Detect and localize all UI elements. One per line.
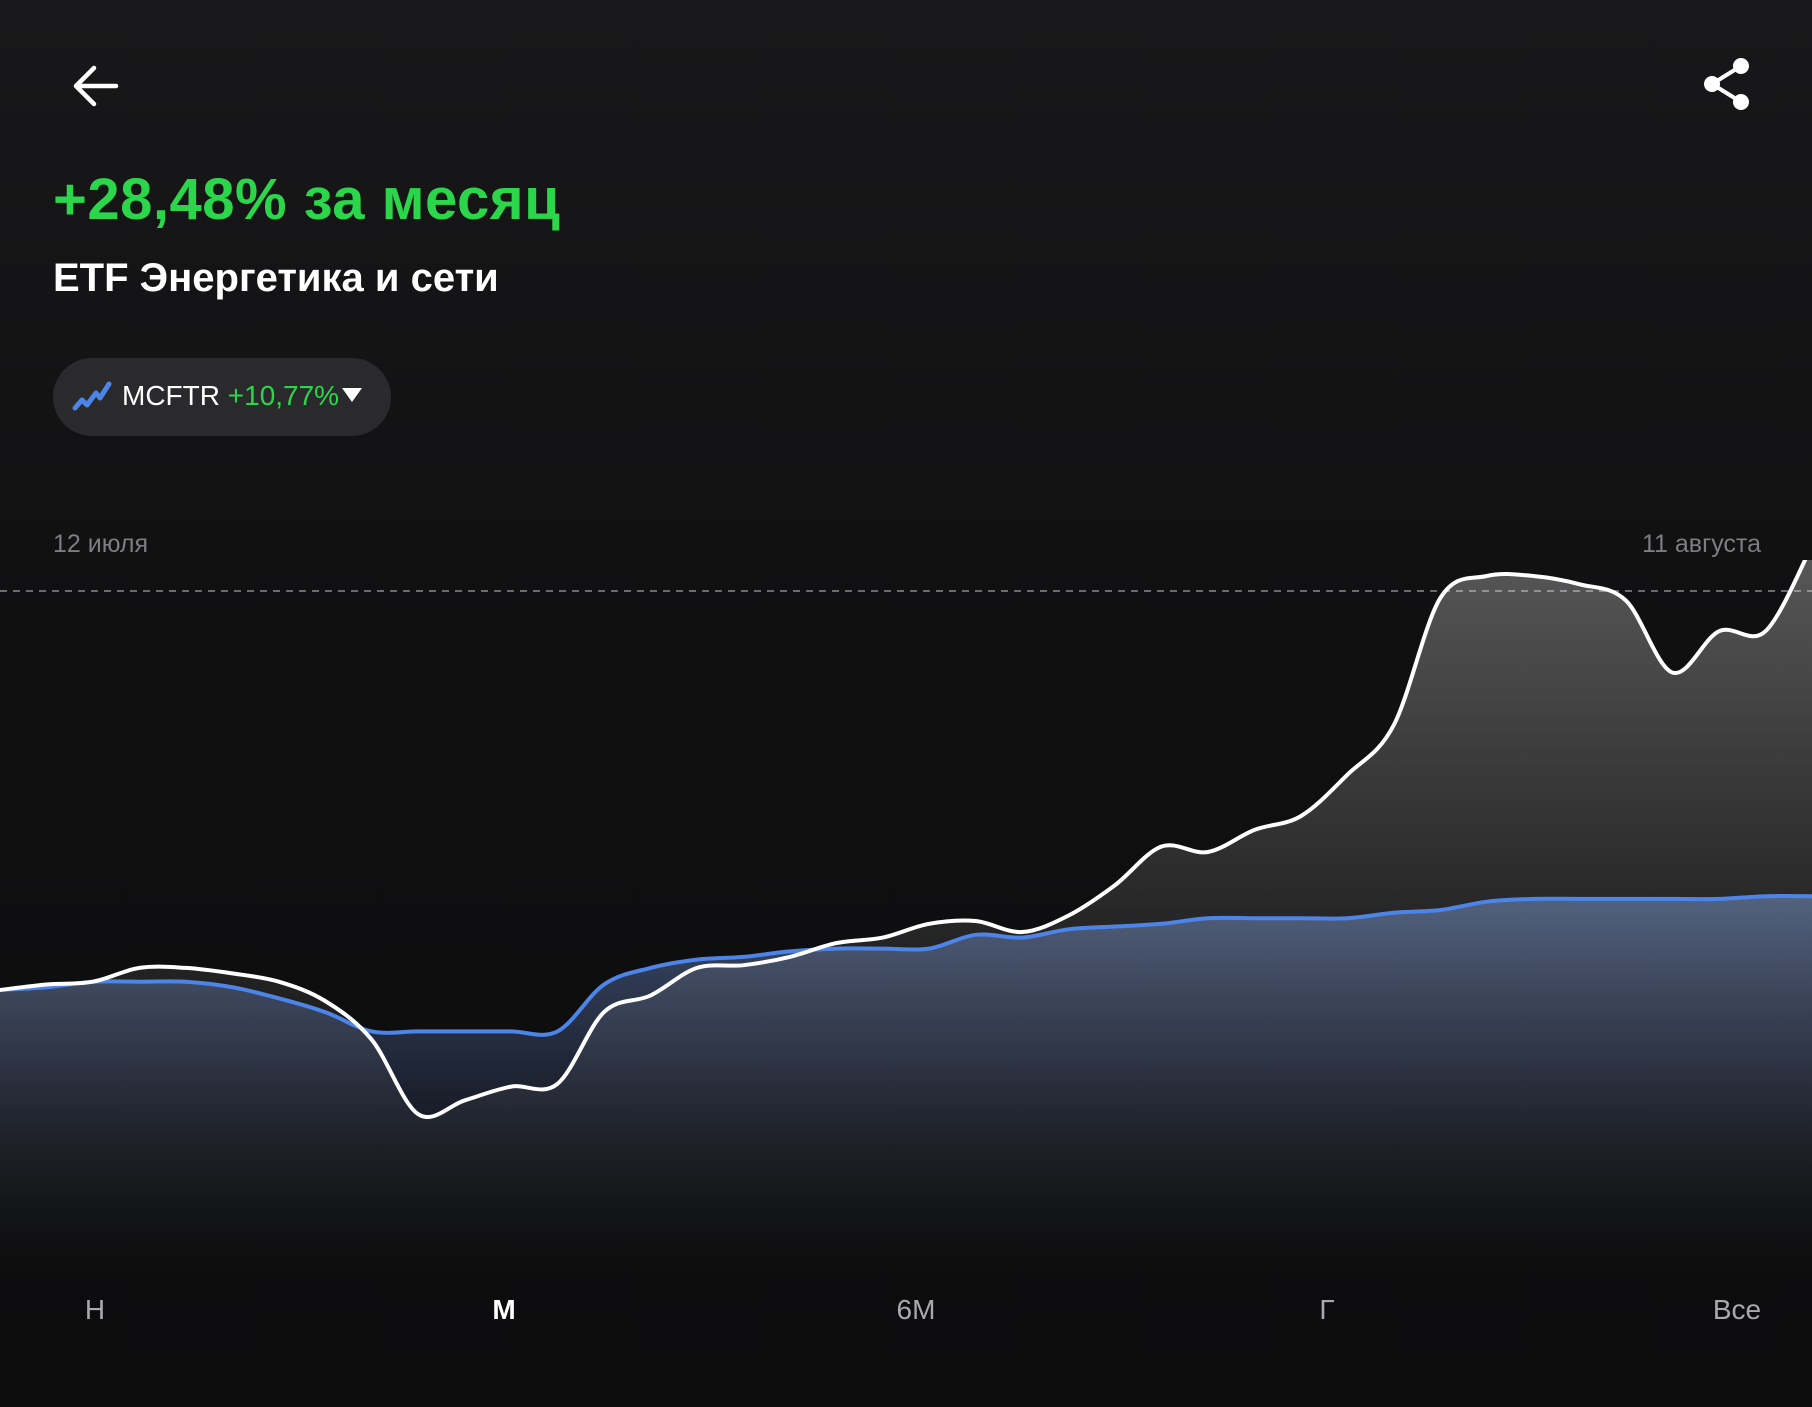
fund-point-20: [928, 923, 930, 925]
benchmark-point-4: [185, 981, 187, 983]
benchmark-point-12: [556, 1030, 558, 1032]
benchmark-point-22: [1021, 936, 1023, 938]
fund-point-24: [1114, 884, 1116, 886]
benchmark-point-16: [742, 956, 744, 958]
benchmark-point-8: [371, 1030, 373, 1032]
fund-point-9: [417, 1113, 419, 1115]
fund-point-36: [1671, 671, 1673, 673]
fund-point-10: [463, 1099, 465, 1101]
fund-point-1: [45, 983, 47, 985]
fund-point-5: [231, 972, 233, 974]
fund-point-14: [649, 994, 651, 996]
fund-point-27: [1253, 829, 1255, 831]
benchmark-point-1: [45, 986, 47, 988]
benchmark-point-3: [138, 981, 140, 983]
fund-point-28: [1300, 815, 1302, 817]
fund-area: [0, 560, 1812, 1280]
benchmark-point-10: [463, 1030, 465, 1032]
fund-point-25: [1160, 845, 1162, 847]
benchmark-point-36: [1671, 898, 1673, 900]
period-month[interactable]: М: [492, 1294, 515, 1326]
fund-point-19: [882, 936, 884, 938]
share-icon: [1704, 58, 1749, 110]
benchmark-point-35: [1625, 898, 1627, 900]
fund-point-16: [742, 964, 744, 966]
benchmark-point-5: [231, 986, 233, 988]
fund-point-6: [278, 981, 280, 983]
share-button[interactable]: [1694, 52, 1758, 116]
instrument-name: ETF Энергетика и сети: [53, 256, 499, 300]
fund-point-12: [556, 1083, 558, 1085]
benchmark-point-7: [324, 1011, 326, 1013]
benchmark-point-9: [417, 1030, 419, 1032]
chart-line-icon: [72, 381, 112, 411]
triangle-down-icon: [342, 388, 362, 402]
benchmark-point-6: [278, 997, 280, 999]
benchmark-point-17: [789, 950, 791, 952]
benchmark-point-34: [1579, 898, 1581, 900]
benchmark-point-11: [510, 1030, 512, 1032]
benchmark-point-23: [1067, 928, 1069, 930]
benchmark-point-19: [882, 947, 884, 949]
performance-change: +28,48% за месяц: [53, 167, 561, 232]
benchmark-point-18: [835, 947, 837, 949]
period-year[interactable]: Г: [1319, 1294, 1334, 1326]
fund-point-31: [1439, 597, 1441, 599]
benchmark-point-38: [1764, 895, 1766, 897]
benchmark-point-14: [649, 967, 651, 969]
benchmark-point-29: [1346, 917, 1348, 919]
fund-point-22: [1021, 931, 1023, 933]
benchmark-label: MCFTR +10,77%: [122, 380, 339, 412]
benchmark-point-31: [1439, 909, 1441, 911]
fund-point-38: [1764, 630, 1766, 632]
fund-point-13: [603, 1011, 605, 1013]
fund-point-18: [835, 942, 837, 944]
benchmark-point-26: [1207, 917, 1209, 919]
fund-point-34: [1579, 583, 1581, 585]
benchmark-point-30: [1393, 912, 1395, 914]
fund-point-11: [510, 1085, 512, 1087]
benchmark-point-27: [1253, 917, 1255, 919]
fund-point-23: [1067, 914, 1069, 916]
fund-point-33: [1532, 575, 1534, 577]
period-selector: Н М 6М Г Все: [0, 1286, 1812, 1346]
benchmark-point-13: [603, 983, 605, 985]
fund-point-15: [696, 967, 698, 969]
arrow-left-icon: [73, 65, 119, 107]
fund-point-26: [1207, 851, 1209, 853]
fund-point-29: [1346, 774, 1348, 776]
benchmark-selector[interactable]: MCFTR +10,77%: [53, 358, 391, 436]
benchmark-change: +10,77%: [227, 380, 340, 411]
period-all[interactable]: Все: [1713, 1294, 1761, 1326]
benchmark-point-28: [1300, 917, 1302, 919]
benchmark-point-15: [696, 958, 698, 960]
benchmark-point-21: [975, 934, 977, 936]
benchmark-point-32: [1486, 901, 1488, 903]
fund-point-7: [324, 1000, 326, 1002]
benchmark-point-37: [1718, 898, 1720, 900]
back-button[interactable]: [62, 56, 126, 120]
benchmark-point-24: [1114, 925, 1116, 927]
fund-point-32: [1486, 575, 1488, 577]
fund-point-3: [138, 967, 140, 969]
fund-point-21: [975, 920, 977, 922]
fund-point-37: [1718, 630, 1720, 632]
performance-chart: [0, 560, 1812, 1280]
fund-point-30: [1393, 724, 1395, 726]
fund-point-4: [185, 967, 187, 969]
benchmark-ticker: MCFTR: [122, 380, 220, 411]
benchmark-point-33: [1532, 898, 1534, 900]
fund-point-17: [789, 956, 791, 958]
investment-chart-screen: +28,48% за месяц ETF Энергетика и сети M…: [0, 0, 1812, 1407]
benchmark-point-25: [1160, 923, 1162, 925]
benchmark-point-2: [92, 981, 94, 983]
fund-point-35: [1625, 600, 1627, 602]
period-week[interactable]: Н: [85, 1294, 105, 1326]
chart-end-date: 11 августа: [1642, 530, 1761, 558]
chart-start-date: 12 июля: [53, 530, 149, 558]
fund-point-8: [371, 1039, 373, 1041]
benchmark-point-20: [928, 947, 930, 949]
period-half-year[interactable]: 6М: [897, 1294, 936, 1326]
